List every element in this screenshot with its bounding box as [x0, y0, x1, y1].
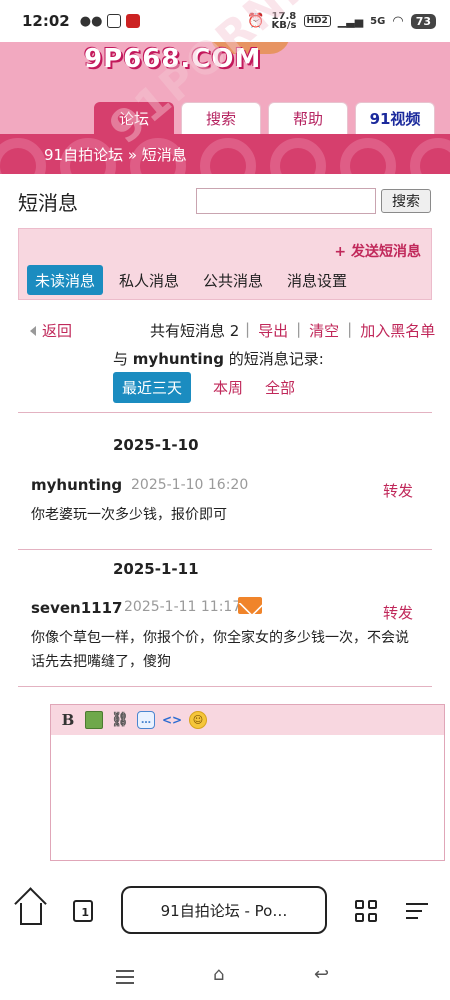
range-this-week[interactable]: 本周: [213, 377, 243, 398]
back-nav-icon[interactable]: ↩: [314, 964, 329, 985]
browser-toolbar: 1 91自拍论坛 - Po…: [0, 870, 450, 950]
message-text: 你像个草包一样，你报个价，你全家女的多少钱一次，不会说话先去把嘴缝了，傻狗: [31, 630, 409, 670]
range-all[interactable]: 全部: [265, 377, 295, 398]
status-bar: 12:02 ●● ⏰ 17.8 KB/s HD2 ▁▃▅ 5G ◠ 73: [0, 0, 450, 42]
back-arrow-icon: [30, 325, 36, 336]
code-icon[interactable]: <>: [162, 711, 182, 729]
quote-icon[interactable]: …: [137, 711, 155, 729]
main-nav: 论坛 搜索 帮助 91视频: [94, 102, 435, 134]
video-app-icon: [126, 14, 141, 28]
time-range-filter: 最近三天 本周 全部: [113, 372, 295, 403]
network-type: 5G: [370, 15, 386, 27]
back-link[interactable]: 返回: [30, 320, 72, 341]
home-nav-icon[interactable]: ⌂: [213, 964, 224, 985]
home-icon[interactable]: [19, 899, 43, 925]
tab-search[interactable]: 搜索: [181, 102, 261, 134]
new-message-envelope-icon: [238, 597, 262, 614]
breadcrumb[interactable]: 91自拍论坛 » 短消息: [44, 144, 187, 165]
message-count: 共有短消息 2: [150, 322, 240, 340]
system-navigation: ⌂ ↩: [0, 950, 450, 1000]
search-button[interactable]: 搜索: [381, 189, 431, 213]
breadcrumb-bar: 91自拍论坛 » 短消息: [0, 134, 450, 174]
clear-link[interactable]: 清空: [309, 320, 339, 341]
tab-91video[interactable]: 91视频: [355, 102, 435, 134]
wifi-icon: ◠: [392, 13, 404, 29]
forward-link[interactable]: 转发: [383, 602, 413, 623]
tab-forum[interactable]: 论坛: [94, 102, 174, 134]
alarm-icon: ⏰: [247, 13, 265, 29]
message-timestamp: 2025-1-11 11:17: [124, 599, 242, 615]
search-input[interactable]: [196, 188, 376, 214]
divider: [18, 412, 432, 413]
blacklist-link[interactable]: 加入黑名单: [360, 320, 435, 341]
back-label: 返回: [42, 322, 73, 340]
tab-help[interactable]: 帮助: [268, 102, 348, 134]
divider: [18, 549, 432, 550]
apps-grid-icon[interactable]: [354, 899, 378, 923]
message-tabs: 未读消息 私人消息 公共消息 消息设置: [27, 265, 355, 295]
app-icon: [107, 14, 122, 28]
message-sender[interactable]: myhunting: [31, 476, 122, 494]
message-actions: | 导出 | 清空 | 加入黑名单: [245, 320, 436, 341]
history-heading: 与 myhunting 的短消息记录:: [113, 350, 324, 368]
forward-link[interactable]: 转发: [383, 480, 413, 501]
tab-unread[interactable]: 未读消息: [27, 265, 104, 295]
message-text: 你老婆玩一次多少钱，报价即可: [31, 507, 227, 523]
export-link[interactable]: 导出: [258, 320, 288, 341]
message-timestamp: 2025-1-10 16:20: [131, 477, 249, 493]
wechat-icon: ●●: [79, 13, 103, 29]
message-sender[interactable]: seven1117: [31, 599, 122, 617]
link-icon[interactable]: ⛓: [111, 711, 129, 729]
date-header: 2025-1-11: [113, 560, 199, 578]
tabs-icon[interactable]: 1: [71, 899, 95, 923]
tab-settings[interactable]: 消息设置: [279, 265, 355, 295]
messages-panel: + 发送短消息 未读消息 私人消息 公共消息 消息设置: [18, 228, 432, 300]
menu-icon[interactable]: [405, 899, 429, 923]
editor-textarea[interactable]: [51, 735, 444, 860]
date-header: 2025-1-10: [113, 436, 199, 454]
net-speed: 17.8 KB/s: [271, 11, 297, 31]
tab-private[interactable]: 私人消息: [111, 265, 187, 295]
clock: 12:02: [22, 12, 70, 30]
hd-badge: HD2: [303, 15, 331, 27]
send-message-link[interactable]: + 发送短消息: [334, 241, 421, 261]
battery-indicator: 73: [410, 13, 436, 29]
range-last-3-days[interactable]: 最近三天: [113, 372, 192, 403]
page-title: 短消息: [18, 191, 78, 215]
reply-editor: B ⛓ … <> ☺: [50, 704, 445, 861]
history-username: myhunting: [132, 350, 224, 368]
site-logo[interactable]: 9P668.COM: [84, 44, 261, 74]
smiley-icon[interactable]: ☺: [189, 711, 207, 729]
editor-toolbar: B ⛓ … <> ☺: [51, 705, 444, 735]
tab-public[interactable]: 公共消息: [195, 265, 271, 295]
image-icon[interactable]: [85, 711, 103, 729]
address-bar[interactable]: 91自拍论坛 - Po…: [121, 886, 327, 934]
recent-apps-icon[interactable]: [116, 966, 134, 988]
divider: [18, 686, 432, 687]
notification-icons: ●●: [80, 14, 141, 29]
signal-icon: ▁▃▅: [337, 14, 364, 28]
site-header: 9P668.COM 论坛 搜索 帮助 91视频: [0, 42, 450, 134]
bold-icon[interactable]: B: [59, 711, 77, 729]
